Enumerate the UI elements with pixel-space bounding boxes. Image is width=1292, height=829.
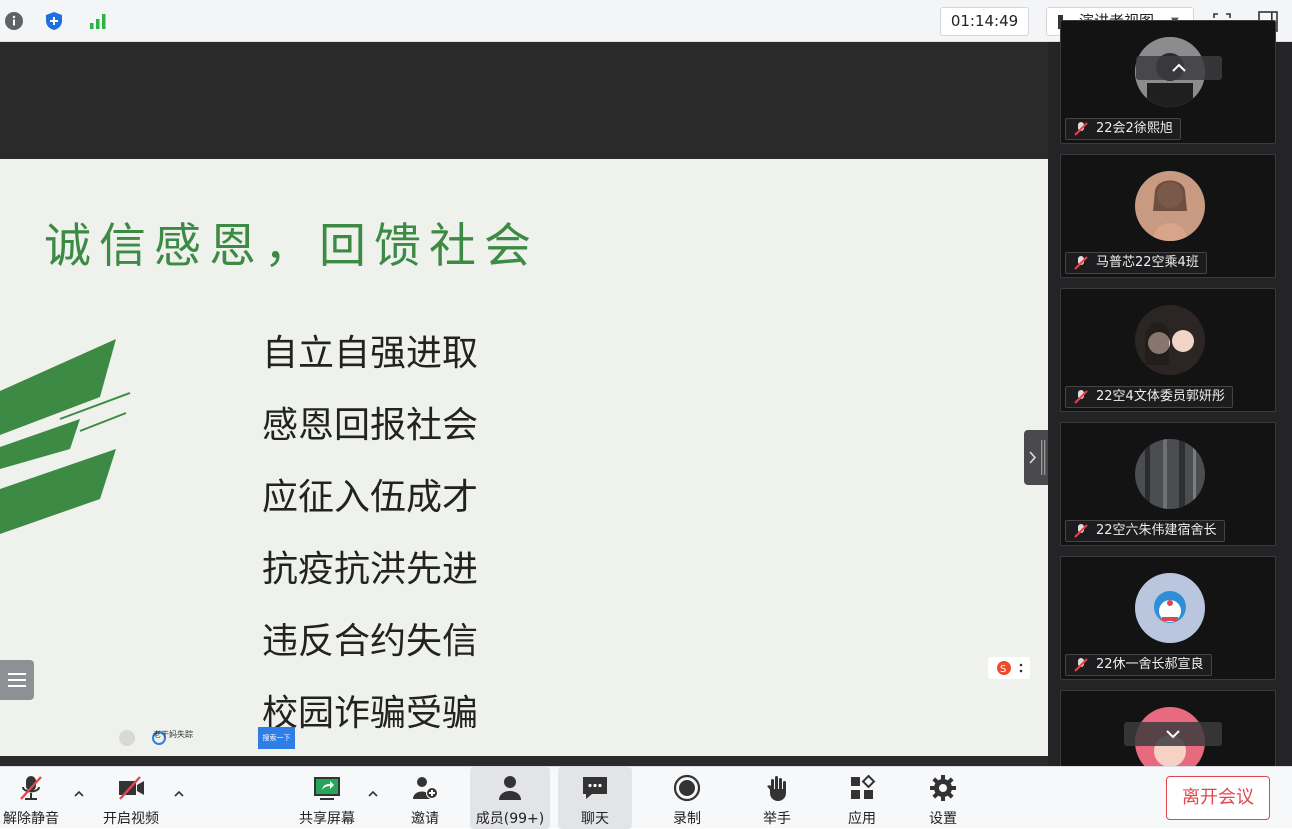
- info-icon[interactable]: [4, 11, 24, 31]
- participant-name-tag: 22空六朱伟建宿舍长: [1065, 520, 1225, 542]
- gear-icon: [930, 775, 956, 801]
- participant-name-tag: 马普芯22空乘4班: [1065, 252, 1207, 274]
- decorative-stripes-graphic: [0, 339, 131, 534]
- chevron-up-icon: [1172, 63, 1186, 72]
- chevron-up-icon[interactable]: [172, 787, 186, 801]
- list-icon: [8, 673, 26, 687]
- svg-text:S: S: [1000, 664, 1006, 675]
- mic-muted-icon: [1074, 524, 1088, 538]
- chat-button[interactable]: 聊天: [558, 767, 632, 829]
- mic-muted-icon: [1074, 658, 1088, 672]
- shared-screen-area: 诚信感恩，回馈社会 自立自强进取 感恩回报社会 应征入伍成才 抗疫抗洪先进 违反…: [0, 42, 1048, 766]
- security-shield-icon[interactable]: [44, 11, 64, 31]
- slide-menu-button[interactable]: [0, 660, 34, 700]
- mic-muted-icon: [20, 776, 42, 800]
- presentation-slide: 诚信感恩，回馈社会 自立自强进取 感恩回报社会 应征入伍成才 抗疫抗洪先进 违反…: [0, 159, 1048, 756]
- leave-meeting-button[interactable]: 离开会议: [1166, 776, 1270, 820]
- avatar: [1135, 573, 1205, 643]
- slide-bullet: 违反合约失信: [262, 621, 479, 662]
- participant-name-tag: 22会2徐熙旭: [1065, 118, 1181, 140]
- participant-tile[interactable]: 22会2徐熙旭: [1060, 20, 1276, 144]
- chat-bubble-icon: [583, 777, 607, 799]
- start-video-button[interactable]: 开启视频: [98, 767, 164, 829]
- user-icon: [499, 776, 521, 800]
- meeting-timer: 01:14:49: [940, 7, 1029, 36]
- participant-name-tag: 22休一舍长郝宣良: [1065, 654, 1212, 676]
- apps-button[interactable]: 应用: [835, 767, 889, 829]
- meeting-toolbar: 解除静音 开启视频 共享屏幕 邀请 成员(99+) 聊天 录制 举手 应用 设置: [0, 766, 1292, 829]
- scroll-up-button[interactable]: [1136, 56, 1222, 80]
- mic-muted-icon: [1074, 256, 1088, 270]
- slide-bullet: 自立自强进取: [262, 333, 479, 374]
- scroll-down-button[interactable]: [1124, 722, 1222, 746]
- share-screen-icon: [314, 777, 340, 800]
- record-icon: [673, 774, 701, 802]
- participant-tile[interactable]: 22空4文体委员郭妍彤: [1060, 288, 1276, 412]
- slide-bullet: 抗疫抗洪先进: [262, 549, 479, 590]
- share-screen-button[interactable]: 共享屏幕: [292, 767, 362, 829]
- apps-grid-icon: [851, 774, 876, 799]
- chevron-down-icon: [1166, 730, 1180, 739]
- settings-button[interactable]: 设置: [916, 767, 970, 829]
- members-button[interactable]: 成员(99+): [470, 767, 550, 829]
- add-user-icon: [413, 777, 438, 799]
- avatar: [1135, 305, 1205, 375]
- slide-bullet: 感恩回报社会: [262, 405, 479, 446]
- chevron-right-icon: [1029, 440, 1046, 475]
- participant-video-list: 22会2徐熙旭 马普芯22空乘4班 22空4文体委员郭妍彤 22空六朱伟建宿舍长…: [1048, 20, 1292, 814]
- avatar: [1135, 439, 1205, 509]
- avatar: [1135, 171, 1205, 241]
- record-button[interactable]: 录制: [660, 767, 714, 829]
- chevron-up-icon[interactable]: [72, 787, 86, 801]
- video-off-icon: [119, 776, 144, 800]
- slide-title: 诚信感恩，回馈社会: [44, 219, 539, 274]
- raise-hand-icon: [767, 776, 786, 801]
- slide-bullet: 应征入伍成才: [262, 477, 479, 518]
- mic-muted-icon: [1074, 390, 1088, 404]
- participant-tile[interactable]: 马普芯22空乘4班: [1060, 154, 1276, 278]
- raise-hand-button[interactable]: 举手: [750, 767, 804, 829]
- unmute-button[interactable]: 解除静音: [0, 767, 62, 829]
- sogou-input-icon: S: [988, 657, 1030, 679]
- chevron-up-icon[interactable]: [366, 787, 380, 801]
- taskbar-trending-text: 老干妈失踪: [153, 730, 193, 739]
- mic-muted-icon: [1074, 122, 1088, 136]
- invite-button[interactable]: 邀请: [400, 767, 450, 829]
- participant-tile[interactable]: 22休一舍长郝宣良: [1060, 556, 1276, 680]
- taskbar-search-button: 搜索一下: [258, 727, 295, 749]
- participant-name-tag: 22空4文体委员郭妍彤: [1065, 386, 1233, 408]
- collapse-panel-button[interactable]: [1024, 430, 1048, 485]
- network-signal-icon[interactable]: [88, 11, 108, 31]
- participant-tile[interactable]: 22空六朱伟建宿舍长: [1060, 422, 1276, 546]
